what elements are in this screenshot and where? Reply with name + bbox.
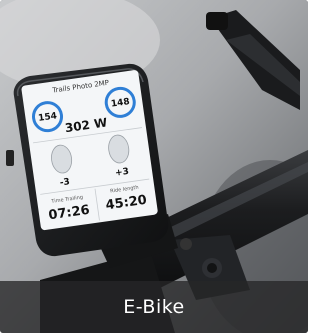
ebike-category-card[interactable]: Trails Photo 2MP 154 148 302 W -3 +3 Tim…: [0, 0, 308, 333]
card-caption: E-Bike: [123, 296, 185, 318]
caption-bar: E-Bike: [0, 281, 308, 333]
